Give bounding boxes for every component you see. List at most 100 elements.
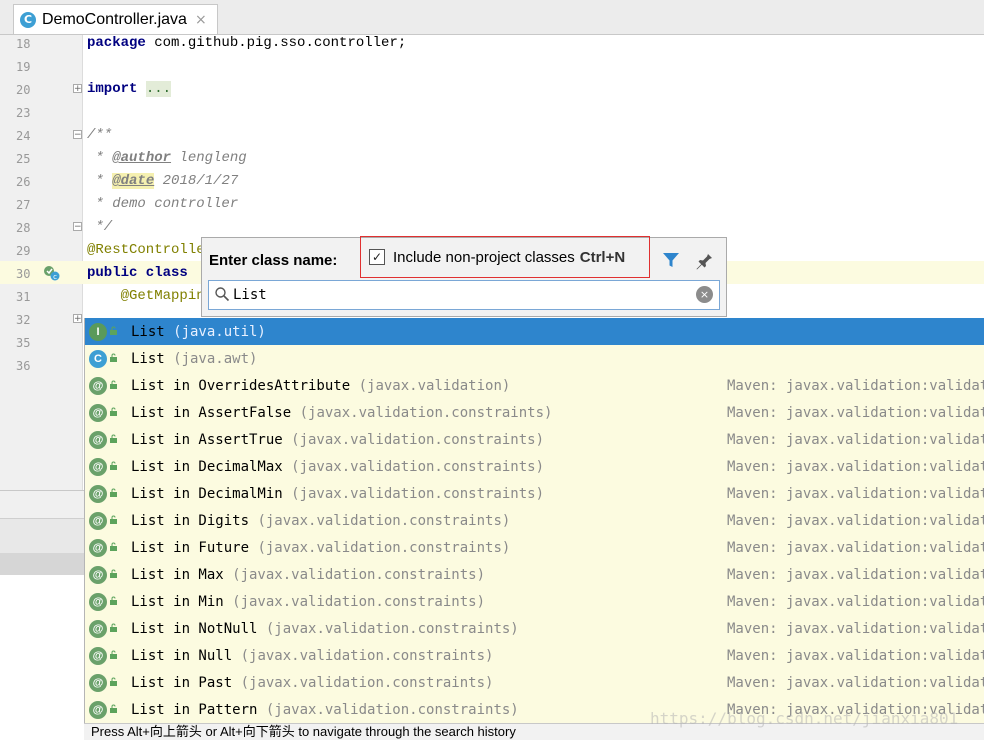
code-line: public class bbox=[87, 265, 188, 281]
result-label: List in Max (javax.validation.constraint… bbox=[131, 567, 485, 583]
result-row[interactable]: @ List in Min (javax.validation.constrain… bbox=[85, 588, 984, 615]
annotation-icon: @ bbox=[89, 566, 107, 584]
line-number: 26 bbox=[16, 175, 31, 189]
result-row[interactable]: @ List in Max (javax.validation.constrain… bbox=[85, 561, 984, 588]
result-row[interactable]: @ List in NotNull (javax.validation.const… bbox=[85, 615, 984, 642]
public-access-icon bbox=[110, 488, 117, 497]
code-line: package com.github.pig.sso.controller; bbox=[87, 35, 407, 51]
code-line: import ... bbox=[87, 81, 172, 97]
line-number: 36 bbox=[16, 359, 31, 373]
result-label: List in Past (javax.validation.constrain… bbox=[131, 675, 493, 691]
tool-window-header bbox=[0, 490, 84, 519]
result-class-name: List in OverridesAttribute bbox=[131, 377, 351, 394]
result-row[interactable]: @ List in OverridesAttribute (javax.valid… bbox=[85, 372, 984, 399]
result-package: (javax.validation.constraints) bbox=[282, 485, 545, 502]
result-row[interactable]: C List (java.awt) bbox=[85, 345, 984, 372]
include-non-project-option[interactable]: ✓ Include non-project classes Ctrl+N bbox=[360, 236, 650, 278]
result-package: (java.awt) bbox=[164, 350, 258, 367]
result-package: (javax.validation.constraints) bbox=[282, 431, 545, 448]
result-class-name: List in Max bbox=[131, 566, 224, 583]
search-input[interactable] bbox=[233, 285, 683, 305]
result-row[interactable]: @ List in Future (javax.validation.constr… bbox=[85, 534, 984, 561]
line-number: 25 bbox=[16, 152, 31, 166]
line-number: 23 bbox=[16, 106, 31, 120]
interface-icon: I bbox=[89, 323, 107, 341]
tab-title: DemoController.java bbox=[42, 10, 187, 28]
result-class-name: List in Pattern bbox=[131, 701, 258, 718]
code-line: * @author lengleng bbox=[87, 150, 247, 166]
class-name-search-field[interactable]: × bbox=[208, 280, 720, 310]
line-number: 32 bbox=[16, 313, 31, 327]
line-number: 20 bbox=[16, 83, 31, 97]
result-package: (javax.validation.constraints) bbox=[282, 458, 545, 475]
result-class-name: List in Past bbox=[131, 674, 233, 691]
annotation-icon: @ bbox=[89, 431, 107, 449]
result-label: List in AssertTrue (javax.validation.con… bbox=[131, 432, 544, 448]
public-access-icon bbox=[110, 515, 117, 524]
search-icon bbox=[215, 287, 230, 302]
result-class-name: List in DecimalMin bbox=[131, 485, 283, 502]
line-number: 27 bbox=[16, 198, 31, 212]
annotation-icon: @ bbox=[89, 674, 107, 692]
result-package: (javax.validation.constraints) bbox=[257, 701, 519, 718]
result-row[interactable]: @ List in AssertTrue (javax.validation.co… bbox=[85, 426, 984, 453]
goto-class-dialog: Enter class name: ✓ Include non-project … bbox=[201, 236, 727, 317]
result-library: Maven: javax.validation:validatio bbox=[727, 485, 984, 502]
result-package: (javax.validation) bbox=[350, 377, 511, 394]
public-access-icon bbox=[110, 380, 117, 389]
result-row[interactable]: @ List in Null (javax.validation.constrai… bbox=[85, 642, 984, 669]
annotation-icon: @ bbox=[89, 377, 107, 395]
result-package: (javax.validation.constraints) bbox=[249, 539, 511, 556]
result-library: Maven: javax.validation:validatio bbox=[727, 620, 984, 637]
class-results-list[interactable]: I List (java.util) C List (java.awt) @ List i… bbox=[84, 318, 984, 723]
result-label: List in Pattern (javax.validation.constr… bbox=[131, 702, 519, 718]
result-class-name: List bbox=[131, 350, 165, 367]
folded-imports[interactable]: ... bbox=[145, 81, 172, 97]
result-label: List in Min (javax.validation.constraint… bbox=[131, 594, 485, 610]
annotation-icon: @ bbox=[89, 701, 107, 719]
result-class-name: List in Future bbox=[131, 539, 250, 556]
pin-icon[interactable] bbox=[694, 250, 714, 270]
include-non-project-checkbox[interactable]: ✓ bbox=[369, 249, 385, 265]
line-number: 19 bbox=[16, 60, 31, 74]
result-row[interactable]: @ List in Digits (javax.validation.constr… bbox=[85, 507, 984, 534]
clear-search-icon[interactable]: × bbox=[696, 286, 713, 303]
result-package: (javax.validation.constraints) bbox=[249, 512, 511, 529]
result-class-name: List in DecimalMax bbox=[131, 458, 283, 475]
annotation-icon: @ bbox=[89, 485, 107, 503]
result-row[interactable]: @ List in Past (javax.validation.constrai… bbox=[85, 669, 984, 696]
public-access-icon bbox=[110, 650, 117, 659]
include-non-project-label: Include non-project classes Ctrl+N bbox=[393, 248, 626, 266]
fold-collapse-icon[interactable]: − bbox=[73, 130, 82, 140]
public-access-icon bbox=[110, 434, 117, 443]
result-label: List in OverridesAttribute (javax.valida… bbox=[131, 378, 510, 394]
code-line: @RestController bbox=[87, 242, 214, 258]
result-library: Maven: javax.validation:validatio bbox=[727, 404, 984, 421]
code-line: /** bbox=[87, 127, 113, 143]
result-row[interactable]: @ List in DecimalMin (javax.validation.co… bbox=[85, 480, 984, 507]
result-row[interactable]: @ List in AssertFalse (javax.validation.c… bbox=[85, 399, 984, 426]
result-library: Maven: javax.validation:validatio bbox=[727, 458, 984, 475]
spring-bean-gutter-icon[interactable]: c bbox=[42, 264, 60, 282]
fold-expand-icon[interactable]: + bbox=[73, 84, 82, 94]
result-row[interactable]: @ List in DecimalMax (javax.validation.co… bbox=[85, 453, 984, 480]
result-label: List in AssertFalse (javax.validation.co… bbox=[131, 405, 552, 421]
result-class-name: List in Min bbox=[131, 593, 224, 610]
result-row[interactable]: I List (java.util) bbox=[85, 318, 984, 345]
fold-expand-icon[interactable]: + bbox=[73, 314, 82, 324]
annotation-icon: @ bbox=[89, 512, 107, 530]
filter-icon[interactable] bbox=[661, 250, 681, 270]
result-label: List in Null (javax.validation.constrain… bbox=[131, 648, 493, 664]
code-line: */ bbox=[87, 219, 113, 235]
tab-democontroller[interactable]: C DemoController.java × bbox=[13, 4, 218, 34]
result-library: Maven: javax.validation:validatio bbox=[727, 539, 984, 556]
result-label: List in DecimalMax (javax.validation.con… bbox=[131, 459, 544, 475]
fold-collapse-icon[interactable]: − bbox=[73, 222, 82, 232]
code-line: * demo controller bbox=[87, 196, 239, 212]
line-number: 24 bbox=[16, 129, 31, 143]
result-class-name: List in AssertTrue bbox=[131, 431, 283, 448]
annotation-icon: @ bbox=[89, 647, 107, 665]
public-access-icon bbox=[110, 353, 117, 362]
tab-close-icon[interactable]: × bbox=[195, 12, 207, 28]
result-class-name: List in Digits bbox=[131, 512, 250, 529]
